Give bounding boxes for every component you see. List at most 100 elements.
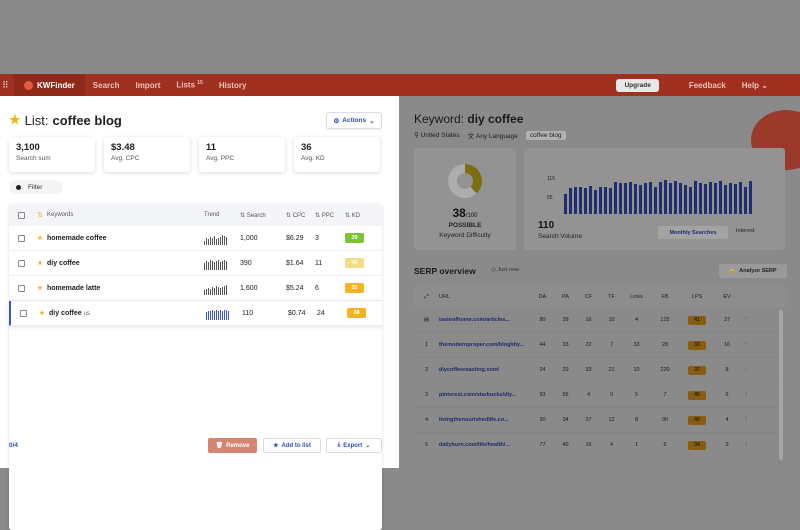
row-checkbox[interactable]	[9, 284, 33, 292]
ppc-cell: 24	[317, 309, 325, 317]
more-icon[interactable]: ⋮	[740, 417, 752, 423]
stat-value: 11	[206, 142, 217, 153]
trend-bar	[212, 261, 213, 270]
col-keywords[interactable]: Keywords	[47, 212, 204, 218]
serp-ev: 16	[723, 342, 731, 348]
location-item: ⚲ United States	[414, 131, 460, 139]
sv-bar	[589, 186, 592, 214]
serp-tf: 12	[608, 417, 615, 423]
more-icon[interactable]: ⋮	[740, 317, 752, 323]
serp-row[interactable]: 4 livingthenourishedlife.co... 30 34 27 12 8 90…	[414, 408, 787, 433]
cpc-cell: $6.29	[286, 234, 304, 242]
serp-url-link[interactable]: dailyburn.com/life/health/...	[439, 442, 531, 448]
serp-tf: 7	[609, 342, 614, 348]
trend-bar	[204, 241, 205, 245]
serp-url-link[interactable]: livingthenourishedlife.co...	[439, 417, 531, 423]
sv-bar	[704, 184, 707, 214]
serp-lps: 40	[680, 390, 714, 400]
download-icon: ⤓	[337, 442, 341, 448]
help-menu[interactable]: Help ⌄	[734, 81, 776, 90]
col-ppc[interactable]: ⇅ PPC	[315, 212, 345, 219]
serp-row[interactable]: 1 themodernproper.com/blog/diy... 44 33 22 7 3…	[414, 333, 787, 358]
star-icon[interactable]: ★	[33, 234, 47, 242]
trend-bar	[226, 310, 227, 320]
more-icon[interactable]: ⋮	[740, 342, 752, 348]
nav-search[interactable]: Search	[85, 81, 128, 90]
nav-lists[interactable]: Lists 15	[168, 80, 210, 90]
table-row[interactable]: ★ homemade latte 1,600 $5.24 6 32	[9, 276, 382, 301]
trend-bar	[210, 311, 211, 320]
brand-logo[interactable]: KWFinder	[14, 74, 85, 96]
add-to-list-button[interactable]: ★ Add to list	[263, 438, 321, 453]
col-url: URL	[439, 294, 451, 300]
apps-grid-icon[interactable]: ⠿	[2, 80, 14, 91]
trend-bar	[220, 237, 221, 245]
nav-history[interactable]: History	[211, 81, 255, 90]
list-prefix: List:	[24, 112, 49, 128]
col-search-label: Search	[246, 212, 266, 219]
more-icon[interactable]: ⋮	[740, 442, 752, 448]
serp-ev: 3	[725, 442, 729, 448]
search-volume-bars	[564, 180, 764, 214]
search-cell: 110	[242, 309, 254, 317]
stat-search-sum: 3,100 Search sum	[9, 137, 95, 172]
col-search[interactable]: ⇅ Search	[238, 212, 286, 219]
serp-da: 44	[539, 342, 546, 348]
star-icon[interactable]: ★	[33, 259, 47, 267]
col-kd[interactable]: ⇅ KD	[345, 212, 375, 219]
row-checkbox[interactable]	[9, 259, 33, 267]
actions-button[interactable]: ⚙ Actions ⌄	[326, 112, 382, 129]
trend-bar	[208, 239, 209, 245]
stat-avg-ppc: 11 Avg. PPC	[199, 137, 285, 172]
export-button[interactable]: ⤓ Export ⌄	[326, 438, 382, 453]
sv-bar	[619, 183, 622, 214]
trend-bar	[226, 285, 227, 295]
serp-row[interactable]: 3 pinterest.com/starbucks/diy... 93 55 4 0 5 7 4…	[414, 383, 787, 408]
table-row-selected[interactable]: ★ diy coffee us 110 $0.74 24 38	[9, 301, 382, 326]
row-checkbox[interactable]	[11, 309, 35, 317]
col-cpc[interactable]: ⇅ CPC	[286, 212, 315, 219]
serp-url-link[interactable]: tasteofhome.com/articles...	[439, 317, 531, 323]
sv-bar	[574, 187, 577, 214]
expand-icon[interactable]: ⤢	[414, 294, 439, 301]
serp-row[interactable]: 5 dailyburn.com/life/health/... 77 40 16 4 1 5 3…	[414, 433, 787, 458]
remove-button[interactable]: 🗑 Remove	[208, 438, 257, 453]
star-icon[interactable]: ★	[33, 284, 47, 292]
sv-bar	[689, 187, 692, 214]
serp-header: ⤢ URL DA PA CF TF Links FB LPS EV	[414, 286, 787, 308]
keyword-detail-panel: Keyword: diy coffee ⚲ United States 文 An…	[399, 96, 800, 468]
table-row[interactable]: ★ homemade coffee 1,000 $6.29 3 29	[9, 226, 382, 251]
serp-row[interactable]: ▤ tasteofhome.com/articles... 80 39 16 10 4 125…	[414, 308, 787, 333]
keyword-location: us	[83, 310, 90, 317]
select-all-checkbox[interactable]	[9, 211, 33, 219]
lists-count-badge: 15	[197, 80, 203, 87]
serp-url-link[interactable]: themodernproper.com/blog/diy...	[439, 342, 531, 348]
table-row[interactable]: ★ diy coffee 390 $1.64 11 40	[9, 251, 382, 276]
sv-bar	[624, 183, 627, 214]
tab-interest[interactable]: Interest	[736, 228, 754, 234]
upgrade-button[interactable]: Upgrade	[616, 78, 659, 92]
col-tf: TF	[608, 294, 615, 300]
analyze-serp-button[interactable]: 🔒 Analyze SERP	[719, 264, 787, 278]
more-icon[interactable]: ⋮	[740, 392, 752, 398]
filter-toggle[interactable]: Filter	[9, 180, 63, 194]
kd-donut-chart	[448, 164, 482, 198]
serp-cf: 16	[585, 442, 592, 448]
serp-links: 10	[633, 367, 640, 373]
serp-rank: 2	[424, 367, 429, 373]
serp-url-link[interactable]: diycoffeeroasting.com/	[439, 367, 531, 373]
feedback-link[interactable]: Feedback	[681, 81, 734, 90]
more-icon[interactable]: ⋮	[740, 367, 752, 373]
serp-scrollbar[interactable]	[779, 310, 783, 460]
tab-monthly-searches[interactable]: Monthly Searches	[658, 226, 728, 239]
star-icon[interactable]: ★	[35, 309, 49, 317]
search-cell: 1,600	[240, 284, 258, 292]
serp-row[interactable]: 2 diycoffeeroasting.com/24 29 33 21 10 220 37 8 ⋮	[414, 358, 787, 383]
nav-import[interactable]: Import	[127, 81, 168, 90]
serp-rank: 3	[424, 392, 429, 398]
serp-url-link[interactable]: pinterest.com/starbucks/diy...	[439, 392, 531, 398]
sv-bar	[739, 182, 742, 214]
col-kd-label: KD	[351, 212, 361, 219]
row-checkbox[interactable]	[9, 234, 33, 242]
sv-bar	[569, 188, 572, 214]
